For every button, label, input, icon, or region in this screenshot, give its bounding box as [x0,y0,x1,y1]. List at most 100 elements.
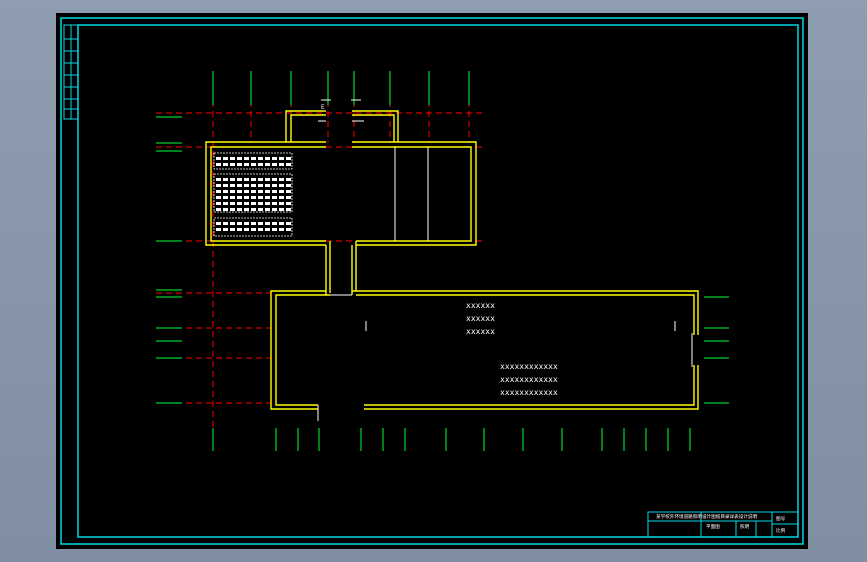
title-block-text: 某学校外环境道路照明设计图纸目录详表设计说明 平面图 照明 图号 比例 [656,513,786,534]
seat-marker [223,190,228,193]
seat-marker [216,196,221,199]
seat-marker [286,228,291,231]
seat-marker [251,202,256,205]
seat-marker [237,202,242,205]
seat-marker [230,163,235,166]
seat-marker [244,190,249,193]
building-walls [205,110,699,410]
seat-marker [258,157,263,160]
seat-marker [244,178,249,181]
seat-marker [258,163,263,166]
outer-sheet-border [60,17,804,545]
seat-marker [216,184,221,187]
seat-marker [258,208,263,211]
seat-marker [237,184,242,187]
seat-marker [265,222,270,225]
seat-marker [251,196,256,199]
seat-marker [237,208,242,211]
seat-marker [272,157,277,160]
seat-marker [286,178,291,181]
seat-marker [279,222,284,225]
seat-marker [258,178,263,181]
seat-marker [279,196,284,199]
seat-marker [244,222,249,225]
seat-marker [251,190,256,193]
right-axis-ticks [704,296,729,404]
seat-marker [279,208,284,211]
seat-marker [230,178,235,181]
cad-application: xxxxxx xxxxxx xxxxxx xxxxxxxxxxxx xxxxxx… [0,0,867,562]
bottom-axis-ticks [212,428,691,451]
seat-marker [258,202,263,205]
seat-marker [216,228,221,231]
seat-marker [244,184,249,187]
seat-marker [230,222,235,225]
seat-marker [216,202,221,205]
seat-marker [265,208,270,211]
drawing-viewport[interactable]: xxxxxx xxxxxx xxxxxx xxxxxxxxxxxx xxxxxx… [56,13,808,549]
seat-marker [244,196,249,199]
seat-marker [244,163,249,166]
seat-marker [286,163,291,166]
seat-marker [230,208,235,211]
title-block-header: 某学校外环境道路照明设计图纸目录详表设计说明 [656,513,757,520]
seat-marker [265,184,270,187]
seat-marker [223,196,228,199]
seat-marker [237,222,242,225]
seat-marker [223,228,228,231]
seating-area [213,152,293,237]
seat-marker [265,178,270,181]
seat-marker [237,178,242,181]
seat-marker [265,196,270,199]
seat-marker [286,208,291,211]
seat-marker [286,196,291,199]
top-axis-ticks [212,71,470,105]
room-label-5: xxxxxxxxxxxx [500,375,558,384]
title-block-sub-4: 比例 [776,527,786,534]
seat-marker [272,228,277,231]
seat-marker [223,157,228,160]
seat-marker [244,208,249,211]
seat-marker [251,163,256,166]
seat-marker [230,190,235,193]
cad-drawing-canvas[interactable]: xxxxxx xxxxxx xxxxxx xxxxxxxxxxxx xxxxxx… [56,13,808,549]
seat-marker [272,196,277,199]
seat-marker [216,178,221,181]
seat-marker [223,208,228,211]
seat-marker [265,228,270,231]
seat-marker [272,222,277,225]
room-label-1: xxxxxx [466,301,495,310]
seat-marker [251,184,256,187]
seat-marker [230,196,235,199]
seat-marker [258,222,263,225]
seat-marker [237,163,242,166]
seat-marker [216,208,221,211]
seat-marker [237,196,242,199]
seat-marker [223,178,228,181]
seat-marker [258,228,263,231]
seat-marker [286,184,291,187]
seat-marker [251,157,256,160]
seat-marker [286,190,291,193]
seat-marker [216,222,221,225]
binding-strip [63,24,79,120]
seat-marker [279,202,284,205]
seat-marker [216,157,221,160]
seat-marker [251,222,256,225]
seat-marker [272,190,277,193]
room-label-3: xxxxxx [466,327,495,336]
seat-marker [216,190,221,193]
seat-marker [216,163,221,166]
seat-marker [279,190,284,193]
seat-marker [279,178,284,181]
seat-marker [230,202,235,205]
seat-marker [244,202,249,205]
seat-marker [230,184,235,187]
seat-marker [244,228,249,231]
seat-marker [272,178,277,181]
seat-marker [265,163,270,166]
seat-marker [237,228,242,231]
annex-mark: E [321,104,325,111]
seat-marker [223,184,228,187]
seat-marker [286,222,291,225]
